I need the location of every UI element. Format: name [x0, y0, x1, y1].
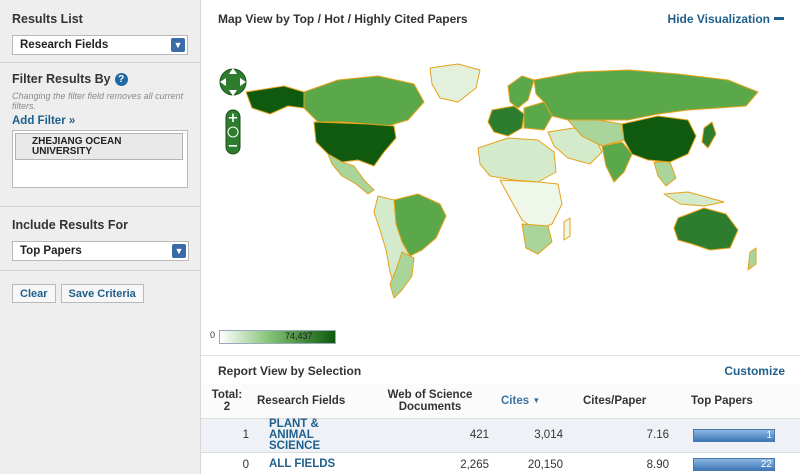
row-index: 1 [201, 418, 253, 453]
help-icon[interactable]: ? [114, 73, 128, 86]
top-papers-bar[interactable]: 1 [693, 428, 775, 442]
include-section: Include Results For Top Papers ▼ [0, 207, 201, 261]
map-region-japan[interactable] [701, 121, 717, 149]
divider [201, 355, 800, 356]
filter-note: Changing the filter field removes all cu… [12, 91, 184, 111]
map-region-greenland[interactable] [429, 63, 481, 103]
world-map[interactable]: + − [218, 36, 783, 326]
top-papers-header[interactable]: Top Papers [685, 384, 800, 419]
zoom-out-icon[interactable]: − [228, 139, 239, 154]
cites-count: 3,014 [495, 418, 575, 453]
customize-link[interactable]: Customize [724, 364, 785, 378]
sort-down-icon[interactable]: ▼ [532, 396, 540, 405]
cites-per-paper: 7.16 [575, 418, 685, 453]
main-panel: Map View by Top / Hot / Highly Cited Pap… [201, 0, 800, 474]
map-region-europe-west[interactable] [487, 105, 525, 137]
legend-gradient [219, 330, 336, 344]
table-row[interactable]: 0 ALL FIELDS 2,265 20,150 8.90 22 [201, 452, 800, 474]
filter-heading: Filter Results By? [12, 72, 188, 86]
cites-header[interactable]: Cites ▼ [495, 384, 575, 419]
hide-visualization-link[interactable]: Hide Visualization [668, 12, 784, 26]
wos-count: 421 [365, 418, 495, 453]
divider [0, 270, 201, 271]
filter-section: Filter Results By? Changing the filter f… [0, 55, 200, 188]
report-table: Total: 2 Research Fields Web of Science … [201, 384, 800, 474]
zoom-in-icon[interactable]: + [228, 111, 239, 126]
include-select[interactable]: Top Papers ▼ [12, 241, 189, 261]
top-papers-count: 22 [760, 459, 772, 470]
cites-header-label: Cites [501, 394, 530, 407]
map-region-new-zealand[interactable] [747, 247, 757, 271]
top-papers-bar[interactable]: 22 [693, 458, 775, 471]
total-header: Total: 2 [201, 384, 253, 419]
map-region-south-africa[interactable] [521, 223, 553, 255]
table-header-row: Total: 2 Research Fields Web of Science … [201, 384, 800, 419]
row-index: 0 [201, 452, 253, 474]
total-label: Total: [211, 388, 243, 401]
clear-button[interactable]: Clear [12, 284, 56, 303]
total-count: 2 [223, 400, 231, 413]
filter-list: ZHEJIANG OCEAN UNIVERSITY [12, 130, 188, 188]
include-value: Top Papers [20, 245, 82, 257]
button-row: Clear Save Criteria [12, 284, 149, 303]
cites-count: 20,150 [495, 452, 575, 474]
map-region-usa[interactable] [313, 121, 397, 167]
map-region-china[interactable] [621, 115, 697, 163]
add-filter-link[interactable]: Add Filter » [12, 115, 188, 127]
map-region-canada[interactable] [303, 75, 425, 127]
map-region-india[interactable] [601, 141, 633, 183]
top-papers-cell: 1 [685, 418, 800, 453]
map-region-madagascar[interactable] [563, 217, 571, 241]
map-region-scandinavia[interactable] [507, 75, 535, 109]
map-title: Map View by Top / Hot / Highly Cited Pap… [218, 12, 468, 26]
hide-visualization-label: Hide Visualization [667, 12, 770, 26]
filter-chip[interactable]: ZHEJIANG OCEAN UNIVERSITY [15, 133, 183, 160]
wos-count: 2,265 [365, 452, 495, 474]
world-map-svg [245, 63, 759, 299]
map-region-australia[interactable] [673, 207, 739, 251]
report-title: Report View by Selection [218, 364, 362, 378]
chevron-down-icon[interactable]: ▼ [172, 244, 186, 258]
sidebar: Results List Research Fields ▼ Filter Re… [0, 0, 201, 474]
map-controls: + − [219, 68, 247, 155]
research-fields-header[interactable]: Research Fields [253, 384, 365, 419]
map-region-southeast-asia[interactable] [653, 161, 677, 187]
table-row[interactable]: 1 PLANT & ANIMAL SCIENCE 421 3,014 7.16 … [201, 418, 800, 453]
map-region-alaska[interactable] [245, 85, 305, 115]
results-list-label: Results List [12, 12, 83, 26]
research-field-link[interactable]: ALL FIELDS [253, 452, 365, 474]
chevron-down-icon[interactable]: ▼ [171, 38, 185, 52]
results-list-select[interactable]: Research Fields ▼ [12, 35, 188, 55]
map-region-indonesia[interactable] [663, 191, 725, 207]
results-list-value: Research Fields [20, 39, 109, 51]
divider [0, 62, 201, 63]
top-papers-count: 1 [766, 429, 772, 441]
minus-icon [774, 17, 784, 20]
top-papers-cell: 22 [685, 452, 800, 474]
filter-heading-text: Filter Results By [12, 72, 111, 86]
cites-per-paper: 8.90 [575, 452, 685, 474]
map-region-central-africa[interactable] [499, 179, 563, 231]
legend-max: 74,437 [285, 331, 313, 341]
legend-min: 0 [210, 330, 216, 340]
wos-documents-header[interactable]: Web of Science Documents [365, 384, 495, 419]
save-criteria-button[interactable]: Save Criteria [60, 284, 144, 303]
map-region-north-africa[interactable] [477, 137, 557, 183]
map-region-russia[interactable] [533, 69, 759, 121]
include-label: Include Results For [12, 218, 128, 232]
cites-per-paper-header[interactable]: Cites/Paper [575, 384, 685, 419]
research-field-link[interactable]: PLANT & ANIMAL SCIENCE [253, 418, 365, 453]
results-list-section: Results List Research Fields ▼ [0, 0, 200, 55]
